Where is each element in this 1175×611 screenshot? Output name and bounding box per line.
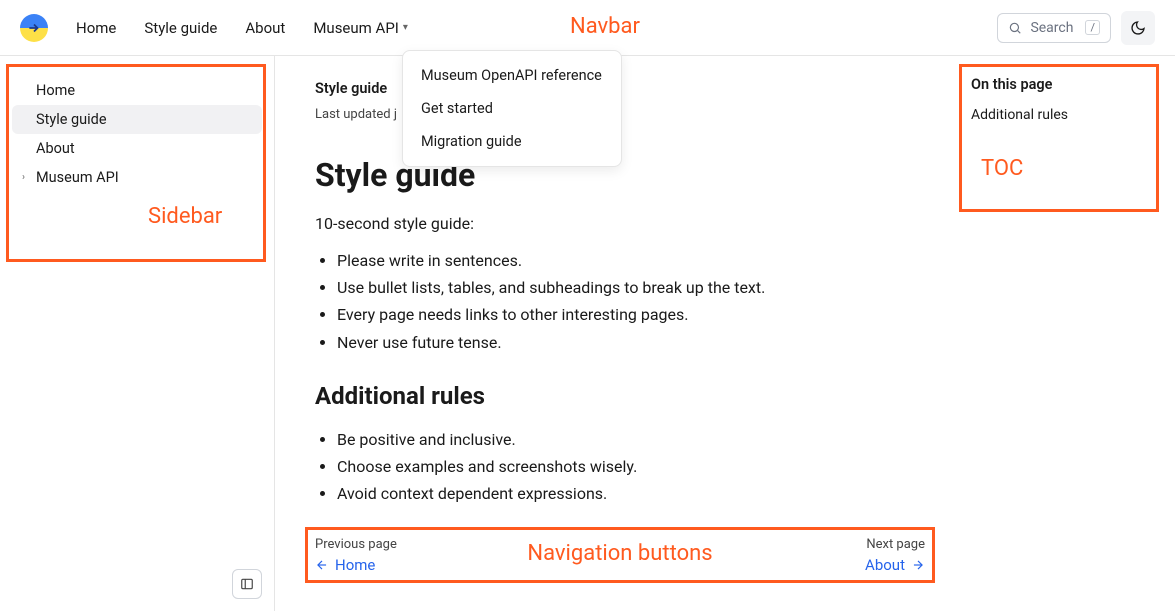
sidebar-item-museum-api[interactable]: › Museum API [12, 163, 262, 192]
dropdown-item-openapi-ref[interactable]: Museum OpenAPI reference [403, 59, 621, 92]
list-item: Never use future tense. [337, 329, 925, 356]
dropdown-item-get-started[interactable]: Get started [403, 92, 621, 125]
list-item: Use bullet lists, tables, and subheading… [337, 274, 925, 301]
site-logo[interactable] [20, 14, 48, 42]
next-page-label: Next page [866, 537, 925, 552]
annotation-navbar: Navbar [570, 14, 640, 39]
bullet-list-1: Please write in sentences. Use bullet li… [315, 247, 925, 356]
search-shortcut-key: / [1085, 20, 1100, 35]
list-item: Every page needs links to other interest… [337, 301, 925, 328]
nav-link-home[interactable]: Home [76, 19, 116, 37]
sidebar-collapse-button[interactable] [232, 569, 262, 599]
page-navigation: Previous page Home Next page About [315, 533, 925, 578]
search-input[interactable]: Search / [997, 13, 1111, 43]
toc-title: On this page [965, 76, 1161, 93]
table-of-contents: On this page Additional rules TOC [965, 56, 1175, 611]
section-heading-additional-rules: Additional rules [315, 382, 925, 410]
list-item: Choose examples and screenshots wisely. [337, 453, 925, 480]
bullet-list-2: Be positive and inclusive. Choose exampl… [315, 426, 925, 508]
intro-text: 10-second style guide: [315, 214, 925, 233]
list-item: Be positive and inclusive. [337, 426, 925, 453]
next-page-link[interactable]: About [865, 556, 925, 574]
navbar: Home Style guide About Museum API ▾ Sear… [0, 0, 1175, 56]
dropdown-item-migration-guide[interactable]: Migration guide [403, 125, 621, 158]
search-icon [1008, 21, 1022, 35]
annotation-toc: TOC [981, 156, 1023, 181]
panel-icon [240, 577, 254, 591]
chevron-down-icon: ▾ [403, 22, 408, 33]
search-placeholder: Search [1030, 20, 1073, 36]
nav-link-style-guide[interactable]: Style guide [144, 19, 217, 37]
prev-page-link[interactable]: Home [315, 556, 397, 574]
sidebar-item-label: Style guide [36, 111, 107, 128]
prev-page-label: Previous page [315, 537, 397, 552]
sidebar-item-home[interactable]: Home [12, 76, 262, 105]
arrow-left-icon [315, 558, 329, 572]
sidebar-item-label: About [36, 140, 75, 157]
sidebar-item-about[interactable]: About [12, 134, 262, 163]
nav-link-museum-api[interactable]: Museum API ▾ [313, 19, 408, 37]
sidebar-item-style-guide[interactable]: Style guide [12, 105, 262, 134]
nav-link-about[interactable]: About [245, 19, 285, 37]
toc-item-additional-rules[interactable]: Additional rules [965, 103, 1161, 127]
nav-links: Home Style guide About Museum API ▾ [76, 19, 408, 37]
arrow-right-icon [911, 558, 925, 572]
museum-api-dropdown: Museum OpenAPI reference Get started Mig… [402, 50, 622, 167]
sidebar-item-label: Home [36, 82, 75, 99]
list-item: Please write in sentences. [337, 247, 925, 274]
chevron-right-icon: › [22, 172, 32, 183]
list-item: Avoid context dependent expressions. [337, 480, 925, 507]
sidebar-item-label: Museum API [36, 169, 119, 186]
moon-icon [1130, 20, 1146, 36]
annotation-sidebar: Sidebar [148, 204, 222, 229]
sidebar: Home Style guide About › Museum API Sideb… [0, 56, 275, 611]
theme-toggle-button[interactable] [1121, 11, 1155, 45]
